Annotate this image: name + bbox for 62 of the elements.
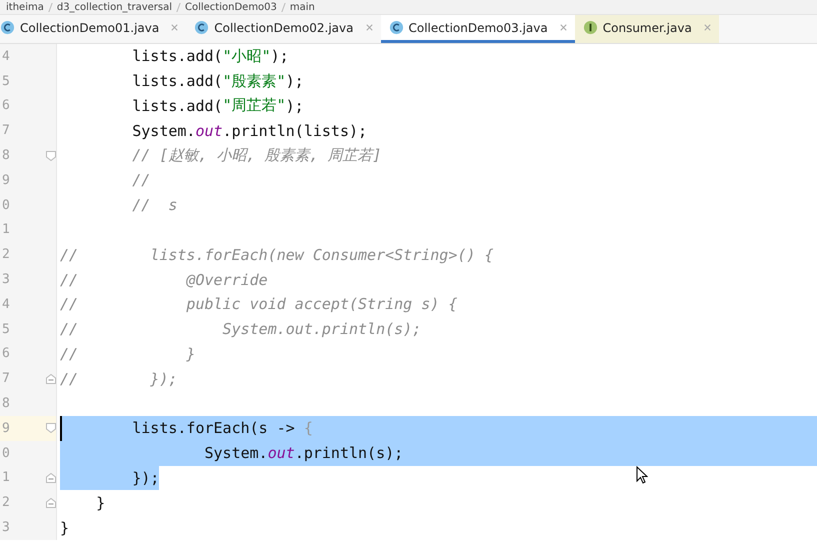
code-line: // s: [131, 195, 178, 216]
fold-marker-icon[interactable]: [45, 422, 57, 434]
code-line: // [赵敏, 小昭, 殷素素, 周芷若]: [131, 145, 382, 166]
editor-tab[interactable]: CollectionDemo03.java: [380, 15, 575, 43]
code-line: // @Override: [60, 270, 268, 291]
code-line: }: [60, 518, 70, 539]
line-number: 1: [2, 222, 11, 238]
line-number: 8: [2, 148, 11, 164]
close-icon[interactable]: [364, 23, 374, 32]
code-line: lists.add("小昭");: [131, 46, 289, 68]
line-number: 5: [2, 74, 11, 89]
class-file-icon: [388, 20, 404, 35]
line-number: 7: [2, 371, 11, 386]
code-line: System.out.println(s);: [60, 440, 404, 466]
close-icon[interactable]: [558, 23, 568, 32]
separator-icon: [281, 2, 286, 12]
close-icon[interactable]: [170, 23, 180, 32]
class-file-icon: [0, 20, 15, 35]
line-number: 9: [2, 172, 11, 188]
code-line: lists.forEach(s -> {: [60, 416, 313, 441]
line-number: 0: [2, 198, 11, 213]
code-line: }: [95, 492, 106, 514]
breadcrumb-item[interactable]: itheima: [6, 2, 44, 12]
fold-marker-icon[interactable]: [45, 496, 57, 509]
code-line: // });: [60, 368, 178, 390]
editor-tab[interactable]: CollectionDemo01.java: [0, 15, 186, 43]
line-number: 7: [2, 123, 11, 138]
mouse-pointer-icon: [636, 466, 648, 484]
editor-tab[interactable]: CollectionDemo02.java: [186, 15, 380, 43]
line-number: 6: [2, 346, 11, 362]
fold-marker-icon[interactable]: [45, 150, 57, 162]
close-icon[interactable]: [702, 23, 712, 32]
fold-marker-icon[interactable]: [45, 472, 57, 484]
line-number: 2: [2, 495, 11, 510]
line-number: 8: [2, 396, 11, 412]
line-number: 4: [2, 48, 11, 64]
breadcrumb-item[interactable]: CollectionDemo03: [185, 2, 277, 12]
code-line: System.out.println(lists);: [131, 120, 368, 142]
breadcrumb-item[interactable]: d3_collection_traversal: [56, 2, 172, 12]
code-line: //: [131, 170, 150, 192]
interface-file-icon: [582, 20, 598, 35]
code-line: lists.add("周芷若");: [131, 95, 304, 117]
fold-marker-icon[interactable]: [45, 372, 57, 385]
line-number: 2: [2, 247, 11, 262]
line-number: 0: [2, 446, 11, 461]
code-line: lists.add("殷素素");: [131, 70, 304, 92]
line-number: 4: [2, 296, 11, 312]
editor-tab[interactable]: Consumer.java: [574, 15, 719, 43]
line-number: 9: [2, 420, 11, 436]
separator-icon: [176, 2, 181, 12]
breadcrumb-item[interactable]: main: [290, 2, 315, 12]
code-line: // public void accept(String s) {: [60, 294, 458, 316]
code-line: // System.out.println(s);: [60, 319, 422, 340]
class-file-icon: [194, 20, 210, 35]
line-number: 3: [2, 272, 11, 288]
line-number: 1: [2, 470, 11, 486]
separator-icon: [48, 2, 52, 12]
code-line: // lists.forEach(new Consumer<String>() {: [60, 244, 494, 266]
line-number: 3: [2, 520, 11, 536]
line-number: 6: [2, 98, 11, 114]
code-line: // }: [60, 344, 196, 365]
line-number: 5: [2, 322, 11, 337]
